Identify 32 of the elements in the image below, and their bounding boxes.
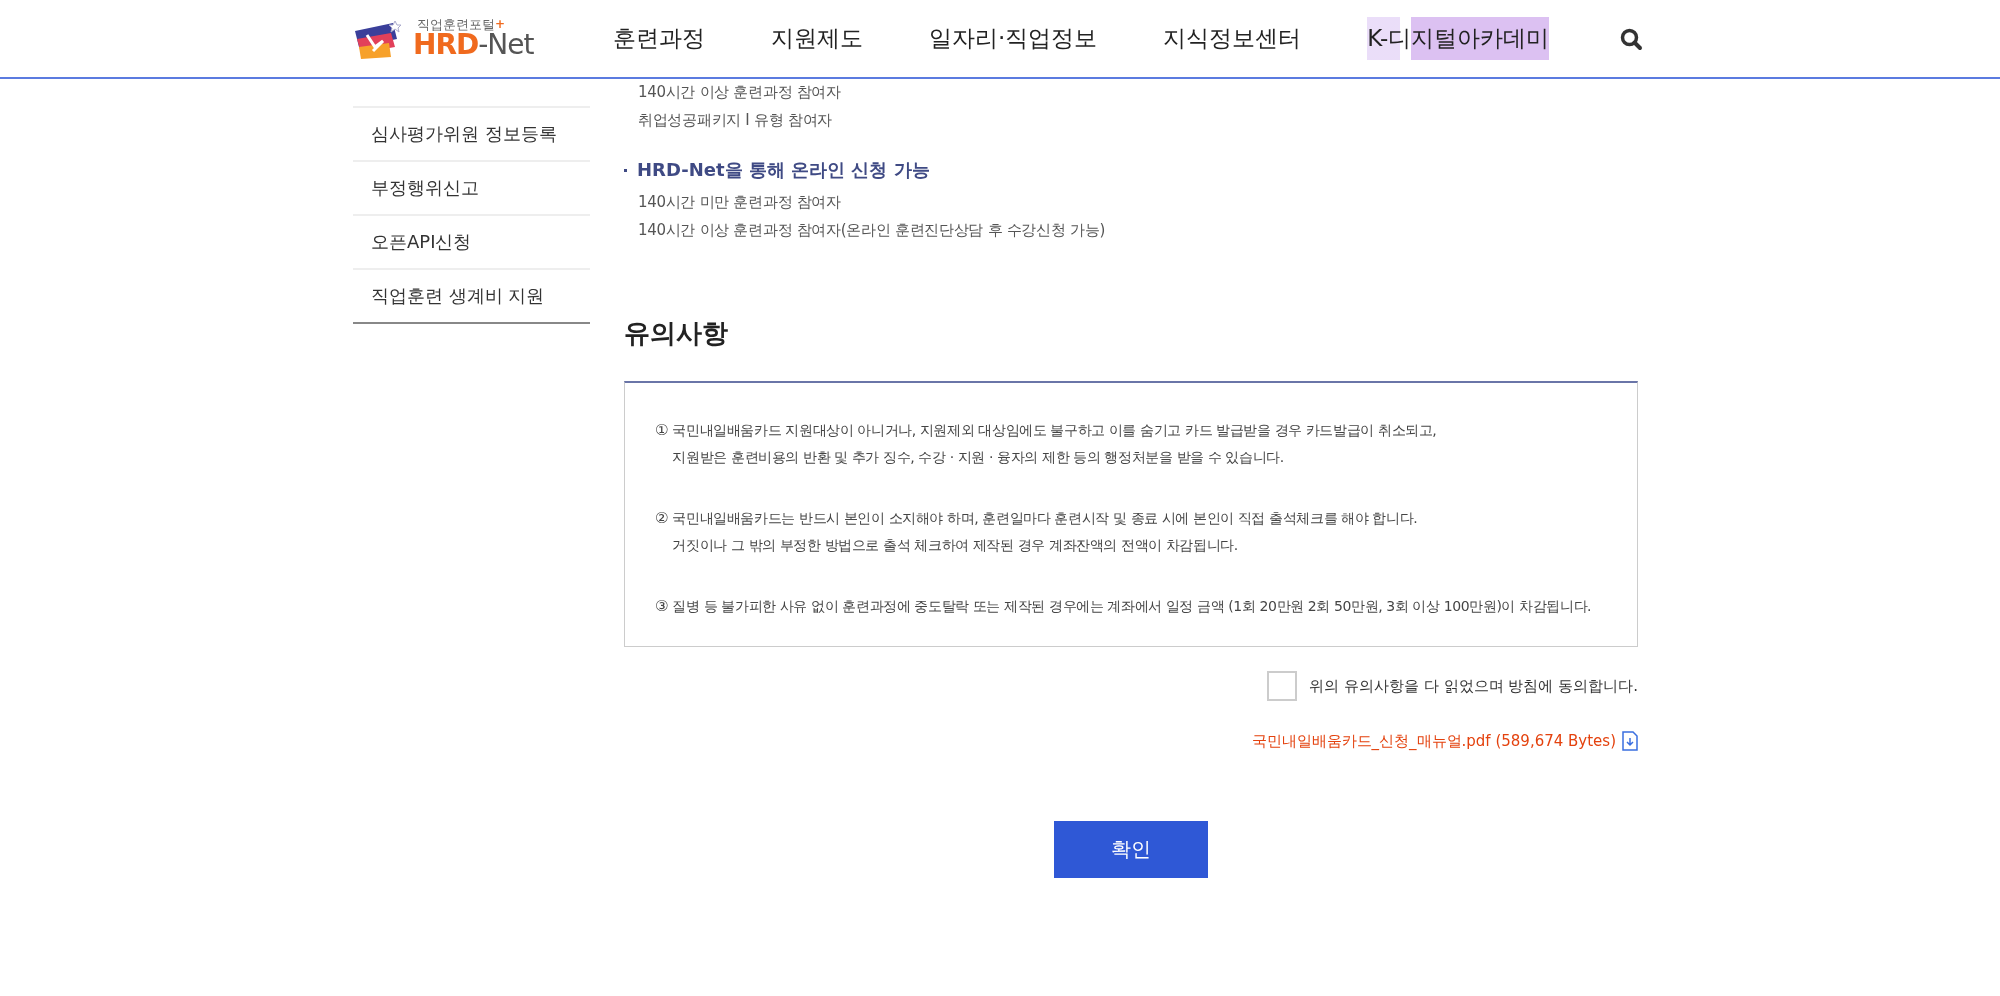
- section-title: 유의사항: [624, 317, 729, 350]
- download-icon[interactable]: [1622, 731, 1638, 751]
- notice-text: 질병 등 불가피한 사유 없이 훈련과정에 중도탈락 또는 제작된 경우에는 계좌에서 일정 금액 (1회 20만원 2회 50만원, 3회 이상 100만원)이 차감됩니다.: [672, 597, 1592, 616]
- eligibility-text: 140시간 이상 훈련과정 참여자: [638, 82, 842, 103]
- eligibility-text: 취업성공패키지 I 유형 참여자: [638, 110, 833, 131]
- agree-label: 위의 유의사항을 다 읽었으며 방침에 동의합니다.: [1309, 676, 1638, 696]
- notice-number: ①: [655, 420, 669, 441]
- logo-wordmark[interactable]: HRD-Net: [413, 31, 534, 59]
- bullet-icon: [624, 168, 627, 172]
- notice-text: 지원받은 훈련비용의 반환 및 추가 징수, 수강 · 지원 · 융자의 제한 등의 행정처분을 받을 수 있습니다.: [672, 448, 1285, 467]
- nav-item[interactable]: K-디지털아카데미: [1367, 17, 1550, 60]
- confirm-button[interactable]: 확인: [1054, 821, 1208, 878]
- logo-tagline: 직업훈련포털+: [417, 18, 507, 31]
- nav-item[interactable]: 일자리·직업정보: [929, 17, 1098, 60]
- notice-text: 거짓이나 그 밖의 부정한 방법으로 출석 체크하여 제작된 경우 계좌잔액의 전액이 차감됩니다.: [672, 536, 1239, 555]
- sidebar-item[interactable]: 직업훈련 생계비 지원: [353, 268, 590, 322]
- agree-checkbox[interactable]: [1267, 671, 1298, 701]
- nav-item[interactable]: 훈련과정: [613, 17, 705, 60]
- eligibility-text: 140시간 이상 훈련과정 참여자(온라인 훈련진단상담 후 수강신청 가능): [638, 220, 1106, 241]
- sidebar-item[interactable]: 오픈API신청: [353, 214, 590, 268]
- search-button[interactable]: [1619, 26, 1644, 51]
- eligibility-text: 140시간 미만 훈련과정 참여자: [638, 192, 842, 213]
- download-link[interactable]: 국민내일배움카드_신청_매뉴얼.pdf (589,674 Bytes): [1251, 731, 1616, 751]
- nav-item[interactable]: 지원제도: [771, 17, 863, 60]
- notice-number: ③: [655, 596, 669, 617]
- nav-item[interactable]: 지식정보센터: [1163, 17, 1302, 60]
- notice-text: 국민내일배움카드는 반드시 본인이 소지해야 하며, 훈련일마다 훈련시작 및 종료 시에 본인이 직접 출석체크를 해야 합니다.: [672, 509, 1418, 528]
- notice-number: ②: [655, 508, 669, 529]
- sidebar-item[interactable]: 부정행위신고: [353, 160, 590, 214]
- notice-text: 국민내일배움카드 지원대상이 아니거나, 지원제외 대상임에도 불구하고 이를 숨기고 카드 발급받을 경우 카드발급이 취소되고,: [672, 421, 1437, 440]
- sidebar-item[interactable]: 심사평가위원 정보등록: [353, 106, 590, 160]
- section-subheading: HRD-Net을 통해 온라인 신청 가능: [637, 158, 930, 182]
